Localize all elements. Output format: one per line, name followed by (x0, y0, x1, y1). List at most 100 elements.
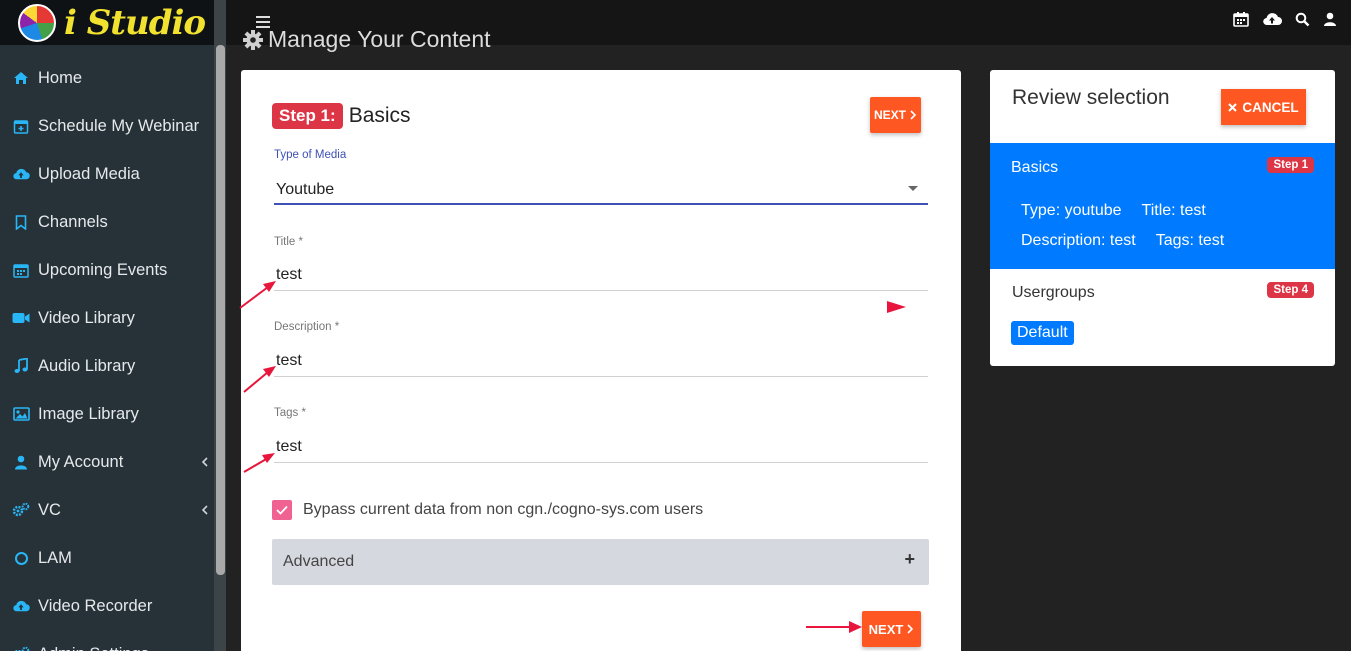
page-title: Manage Your Content (242, 26, 491, 53)
sidebar-item-label: Video Library (38, 308, 135, 327)
video-camera-icon (12, 309, 30, 327)
title-underline (274, 290, 928, 291)
description-input[interactable]: test (276, 352, 302, 370)
bypass-checkbox-row[interactable]: Bypass current data from non cgn./cogno-… (272, 500, 703, 520)
bookmark-icon (12, 213, 30, 231)
annotation-arrow-icon (243, 453, 275, 473)
tags-underline (274, 462, 928, 463)
review-basics-title: Basics (1011, 159, 1059, 176)
search-icon[interactable] (1295, 12, 1310, 32)
sidebar-item-video-recorder[interactable]: Video Recorder (0, 582, 214, 630)
annotation-arrow-icon (243, 366, 276, 393)
page-title-text: Manage Your Content (268, 26, 491, 52)
sidebar-item-label: Admin Settings (38, 645, 149, 651)
chevron-right-icon (907, 624, 914, 634)
annotation-arrow-icon (239, 281, 276, 309)
sidebar-item-upcoming-events[interactable]: Upcoming Events (0, 246, 214, 294)
review-usergroups-step-badge: Step 4 (1267, 282, 1314, 298)
cancel-label: CANCEL (1242, 99, 1299, 115)
sidebar-item-video-library[interactable]: Video Library (0, 294, 214, 342)
cloud-upload-icon (12, 165, 30, 183)
next-label: NEXT (873, 108, 906, 122)
sidebar-item-vc[interactable]: VC (0, 486, 214, 534)
sidebar-item-label: Video Recorder (38, 596, 153, 615)
logo-icon (18, 3, 56, 42)
brand-name: i Studio (64, 2, 206, 43)
step-badge: Step 1: (272, 103, 343, 129)
music-note-icon (12, 357, 30, 375)
chevron-right-icon (910, 110, 917, 120)
sidebar-item-label: Audio Library (38, 356, 136, 375)
next-button-top[interactable]: NEXT (870, 97, 921, 133)
sidebar-item-label: Home (38, 68, 83, 87)
review-basics-panel[interactable]: Basics Step 1 Type: youtube Title: test D… (990, 143, 1335, 269)
review-selection-card: Review selection CANCEL Basics Step 1 Ty… (990, 70, 1335, 366)
sidebar-item-label: My Account (38, 452, 124, 471)
sidebar: i Studio Home Schedule My Webinar Upload M… (0, 0, 226, 651)
bypass-checkbox[interactable] (272, 500, 292, 520)
sidebar-item-audio-library[interactable]: Audio Library (0, 342, 214, 390)
usergroup-default-badge: Default (1011, 321, 1074, 345)
tags-label: Tags * (274, 407, 306, 419)
review-usergroups-title: Usergroups (1012, 284, 1095, 301)
title-input[interactable]: test (276, 266, 302, 284)
advanced-label: Advanced (283, 553, 355, 570)
user-icon (12, 453, 30, 471)
user-icon[interactable] (1323, 12, 1337, 32)
check-icon (276, 505, 288, 515)
sidebar-nav: Home Schedule My Webinar Upload Media Chann… (0, 54, 214, 651)
cogs-icon (12, 501, 30, 519)
calendar-icon (12, 261, 30, 279)
sidebar-item-home[interactable]: Home (0, 54, 214, 102)
sidebar-item-label: LAM (38, 548, 72, 567)
sidebar-item-channels[interactable]: Channels (0, 198, 214, 246)
close-icon (1228, 102, 1238, 112)
review-type: Type: youtube (1021, 202, 1122, 219)
annotation-arrow-icon (806, 621, 862, 633)
title-label: Title * (274, 236, 303, 248)
sidebar-item-label: Schedule My Webinar (38, 116, 200, 135)
next-button-bottom[interactable]: NEXT (862, 611, 921, 647)
annotation-arrow-icon (887, 301, 906, 313)
calendar-icon[interactable] (1233, 11, 1249, 32)
step-header: Step 1: Basics (272, 103, 411, 129)
step-heading: Basics (348, 104, 411, 127)
media-type-select[interactable]: Youtube (276, 181, 334, 199)
cloud-upload-icon (12, 597, 30, 615)
sidebar-item-label: VC (38, 500, 61, 519)
top-bar-icons (1233, 11, 1337, 32)
sidebar-item-schedule-my-webinar[interactable]: Schedule My Webinar (0, 102, 214, 150)
cogs-icon (12, 645, 30, 651)
sidebar-item-my-account[interactable]: My Account (0, 438, 214, 486)
sidebar-item-label: Channels (38, 212, 108, 231)
sidebar-scrollbar-thumb[interactable] (216, 45, 225, 575)
sidebar-item-admin-settings[interactable]: Admin Settings (0, 630, 214, 651)
advanced-accordion[interactable]: Advanced + (272, 539, 929, 585)
review-title-value: Title: test (1141, 202, 1206, 219)
chevron-left-icon[interactable] (201, 501, 208, 520)
cancel-button[interactable]: CANCEL (1221, 89, 1306, 125)
tags-input[interactable]: test (276, 438, 302, 456)
sidebar-item-label: Upcoming Events (38, 260, 168, 279)
review-basics-line1: Type: youtube Title: test (1021, 202, 1206, 220)
sidebar-item-lam[interactable]: LAM (0, 534, 214, 582)
sidebar-item-upload-media[interactable]: Upload Media (0, 150, 214, 198)
media-type-underline (274, 203, 928, 205)
sidebar-item-image-library[interactable]: Image Library (0, 390, 214, 438)
calendar-plus-icon (12, 117, 30, 135)
review-tags: Tags: test (1155, 232, 1225, 249)
sidebar-item-label: Upload Media (38, 164, 140, 183)
description-underline (274, 376, 928, 377)
media-type-label: Type of Media (274, 149, 347, 161)
review-title: Review selection (1012, 86, 1170, 109)
app-logo[interactable]: i Studio (0, 0, 214, 45)
bypass-label: Bypass current data from non cgn./cogno-… (303, 501, 704, 518)
plus-icon[interactable]: + (904, 549, 915, 570)
circle-icon (12, 549, 30, 567)
gear-icon (243, 29, 263, 50)
dropdown-caret-icon[interactable] (908, 186, 918, 191)
review-description: Description: test (1021, 232, 1136, 249)
content-form-card: Step 1: Basics NEXT Type of Media Youtub… (241, 70, 961, 651)
chevron-left-icon[interactable] (201, 453, 208, 472)
cloud-upload-icon[interactable] (1262, 11, 1282, 32)
